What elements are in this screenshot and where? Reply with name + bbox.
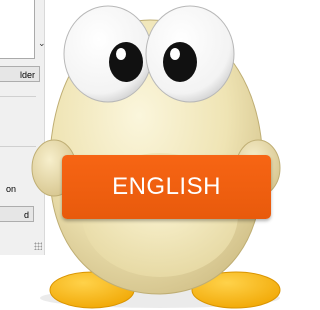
stage: ⌄ lder on d ENGLISH [0,0,286,310]
language-badge[interactable]: ENGLISH [62,155,271,219]
